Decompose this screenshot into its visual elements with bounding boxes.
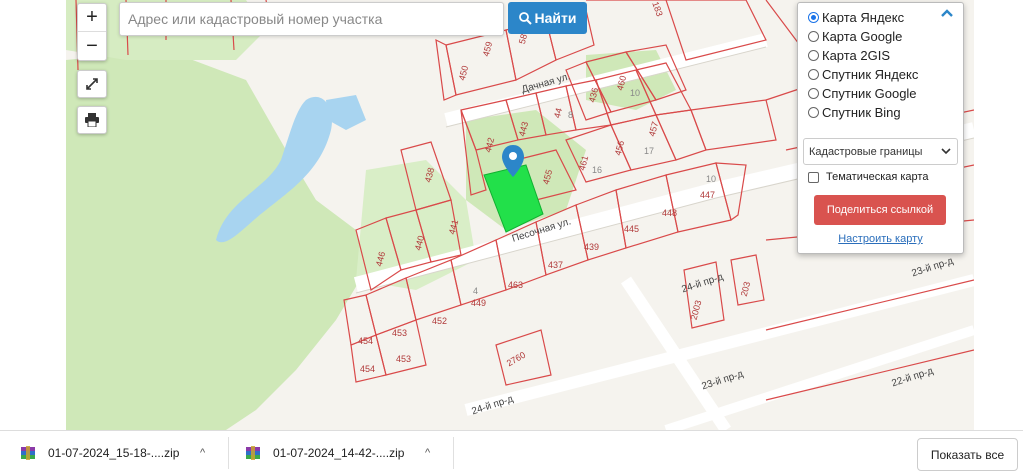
parcel-label: 437	[548, 260, 564, 270]
left-margin	[0, 0, 66, 430]
zoom-control: + −	[77, 3, 107, 61]
share-link-button[interactable]: Поделиться ссылкой	[814, 195, 946, 225]
parcel-label: 453	[396, 354, 412, 364]
chevron-up-icon[interactable]: ^	[200, 447, 205, 459]
layer-option-label: Карта Яндекс	[822, 10, 905, 25]
parcel-label: 463	[508, 280, 524, 290]
chevron-up-icon[interactable]: ^	[425, 447, 430, 459]
print-button[interactable]	[77, 106, 107, 134]
configure-map-link[interactable]: Настроить карту	[798, 233, 963, 245]
right-margin	[974, 0, 1023, 430]
printer-icon	[85, 113, 99, 127]
layer-option-label: Спутник Bing	[822, 105, 901, 120]
parcel-label: 447	[700, 190, 716, 200]
search-icon	[518, 11, 532, 25]
layer-option-label: Карта 2GIS	[822, 48, 891, 63]
layer-option-bing-satellite[interactable]: Спутник Bing	[808, 105, 901, 120]
water-body	[326, 95, 366, 130]
layer-option-label: Спутник Яндекс	[822, 67, 919, 82]
parcel-label: 448	[662, 208, 678, 218]
radio-icon[interactable]	[808, 50, 819, 61]
radio-selected-icon[interactable]	[808, 12, 819, 23]
download-filename: 01-07-2024_14-42-....zip	[273, 446, 405, 460]
parcel-label: 4	[473, 286, 479, 296]
divider	[453, 437, 454, 469]
radio-icon[interactable]	[808, 107, 819, 118]
layer-option-google-satellite[interactable]: Спутник Google	[808, 86, 917, 101]
fullscreen-button[interactable]	[77, 70, 107, 98]
layer-option-google-map[interactable]: Карта Google	[808, 29, 902, 44]
search-input[interactable]	[119, 2, 504, 36]
parcel-label: 16	[592, 165, 603, 175]
radio-icon[interactable]	[808, 31, 819, 42]
overlay-select[interactable]: Кадастровые границы	[803, 138, 958, 165]
archive-file-icon	[246, 446, 260, 460]
download-item[interactable]: 01-07-2024_14-42-....zip ^	[245, 431, 445, 475]
thematic-map-toggle[interactable]: Тематическая карта	[808, 171, 928, 183]
zoom-out-button[interactable]: −	[78, 32, 106, 60]
layer-option-yandex-satellite[interactable]: Спутник Яндекс	[808, 67, 918, 82]
thematic-map-label: Тематическая карта	[826, 171, 929, 183]
archive-file-icon	[21, 446, 35, 460]
parcel-label: 439	[584, 242, 600, 252]
parcel-label: 8	[568, 110, 574, 120]
radio-icon[interactable]	[808, 69, 819, 80]
parcel-label: 453	[392, 328, 408, 338]
zoom-in-button[interactable]: +	[78, 4, 106, 32]
search-button[interactable]: Найти	[508, 2, 587, 34]
parcel-label: 449	[471, 298, 487, 308]
download-filename: 01-07-2024_15-18-....zip	[48, 446, 180, 460]
layer-option-label: Карта Google	[822, 29, 903, 44]
parcel-label: 452	[432, 316, 448, 326]
layer-option-yandex-map[interactable]: Карта Яндекс	[808, 10, 904, 25]
divider	[228, 437, 229, 469]
parcel-label: 454	[358, 336, 374, 346]
search-button-label: Найти	[534, 10, 577, 26]
downloads-bar: 01-07-2024_15-18-....zip ^ 01-07-2024_14…	[0, 430, 1023, 474]
parcel-label: 10	[706, 174, 717, 184]
show-all-downloads-button[interactable]: Показать все	[917, 438, 1018, 471]
parcel-label: 445	[624, 224, 640, 234]
radio-icon[interactable]	[808, 88, 819, 99]
download-item[interactable]: 01-07-2024_15-18-....zip ^	[20, 431, 220, 475]
overlay-select-value: Кадастровые границы	[809, 145, 923, 158]
parcel-label: 17	[644, 146, 655, 156]
chevron-down-icon	[941, 148, 951, 155]
parcel-label: 454	[360, 364, 376, 374]
layer-option-label: Спутник Google	[822, 86, 917, 101]
layer-option-2gis-map[interactable]: Карта 2GIS	[808, 48, 890, 63]
parcel-label: 10	[630, 88, 641, 98]
checkbox[interactable]	[808, 171, 819, 183]
chevron-up-icon[interactable]	[940, 8, 954, 18]
expand-icon	[86, 78, 98, 90]
layers-panel: Карта Яндекс Карта Google Карта 2GIS Спу…	[797, 2, 964, 254]
